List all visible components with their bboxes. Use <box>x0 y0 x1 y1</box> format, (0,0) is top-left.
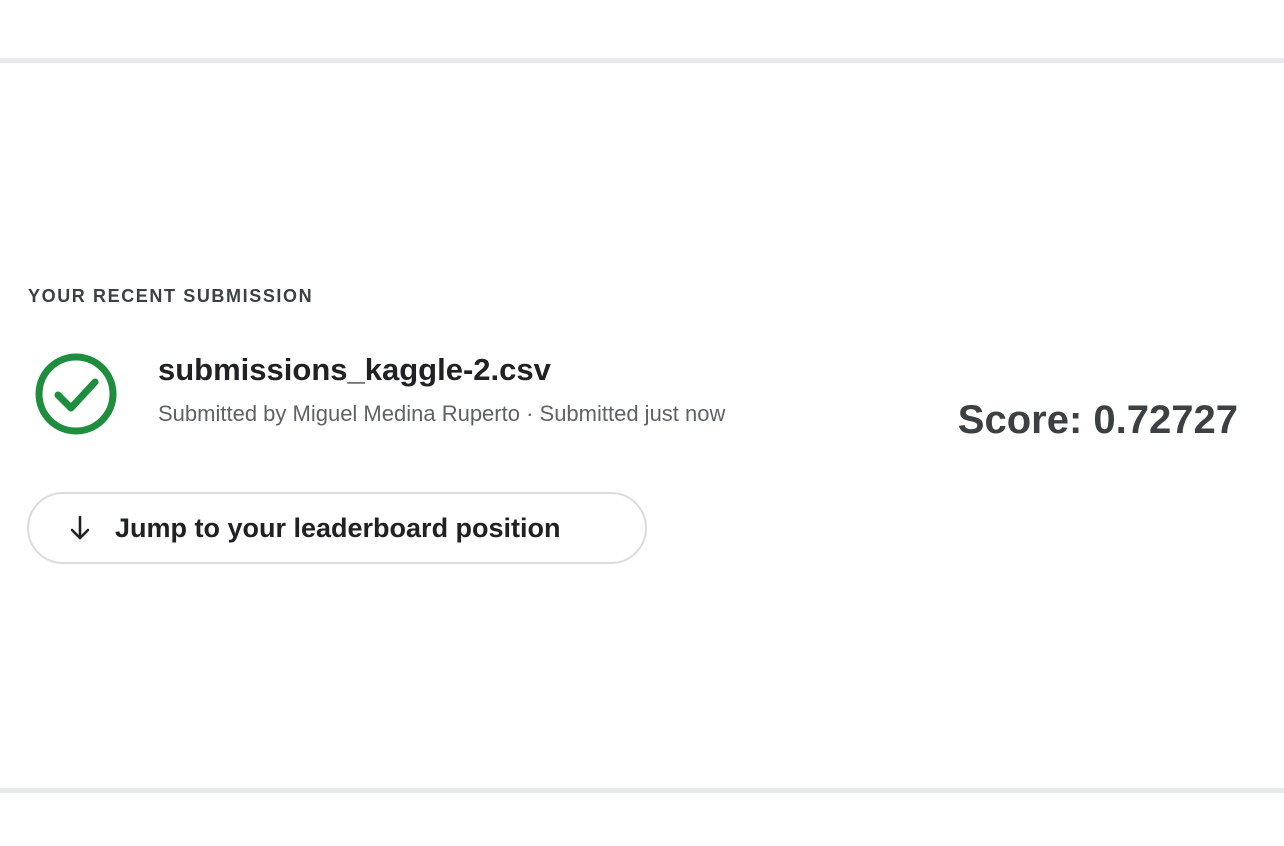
top-divider <box>0 58 1284 63</box>
submission-file-name: submissions_kaggle-2.csv <box>158 352 551 387</box>
submission-score: Score: 0.72727 <box>957 398 1238 442</box>
recent-submission-heading: YOUR RECENT SUBMISSION <box>28 286 314 306</box>
bottom-divider <box>0 788 1284 793</box>
submission-page: YOUR RECENT SUBMISSION submissions_kaggl… <box>0 0 1284 846</box>
arrow-down-icon <box>65 513 95 543</box>
check-circle-icon <box>34 352 118 436</box>
submission-meta: Submitted by Miguel Medina Ruperto · Sub… <box>158 401 726 426</box>
jump-to-leaderboard-button[interactable]: Jump to your leaderboard position <box>27 492 647 564</box>
jump-button-label: Jump to your leaderboard position <box>115 512 561 543</box>
